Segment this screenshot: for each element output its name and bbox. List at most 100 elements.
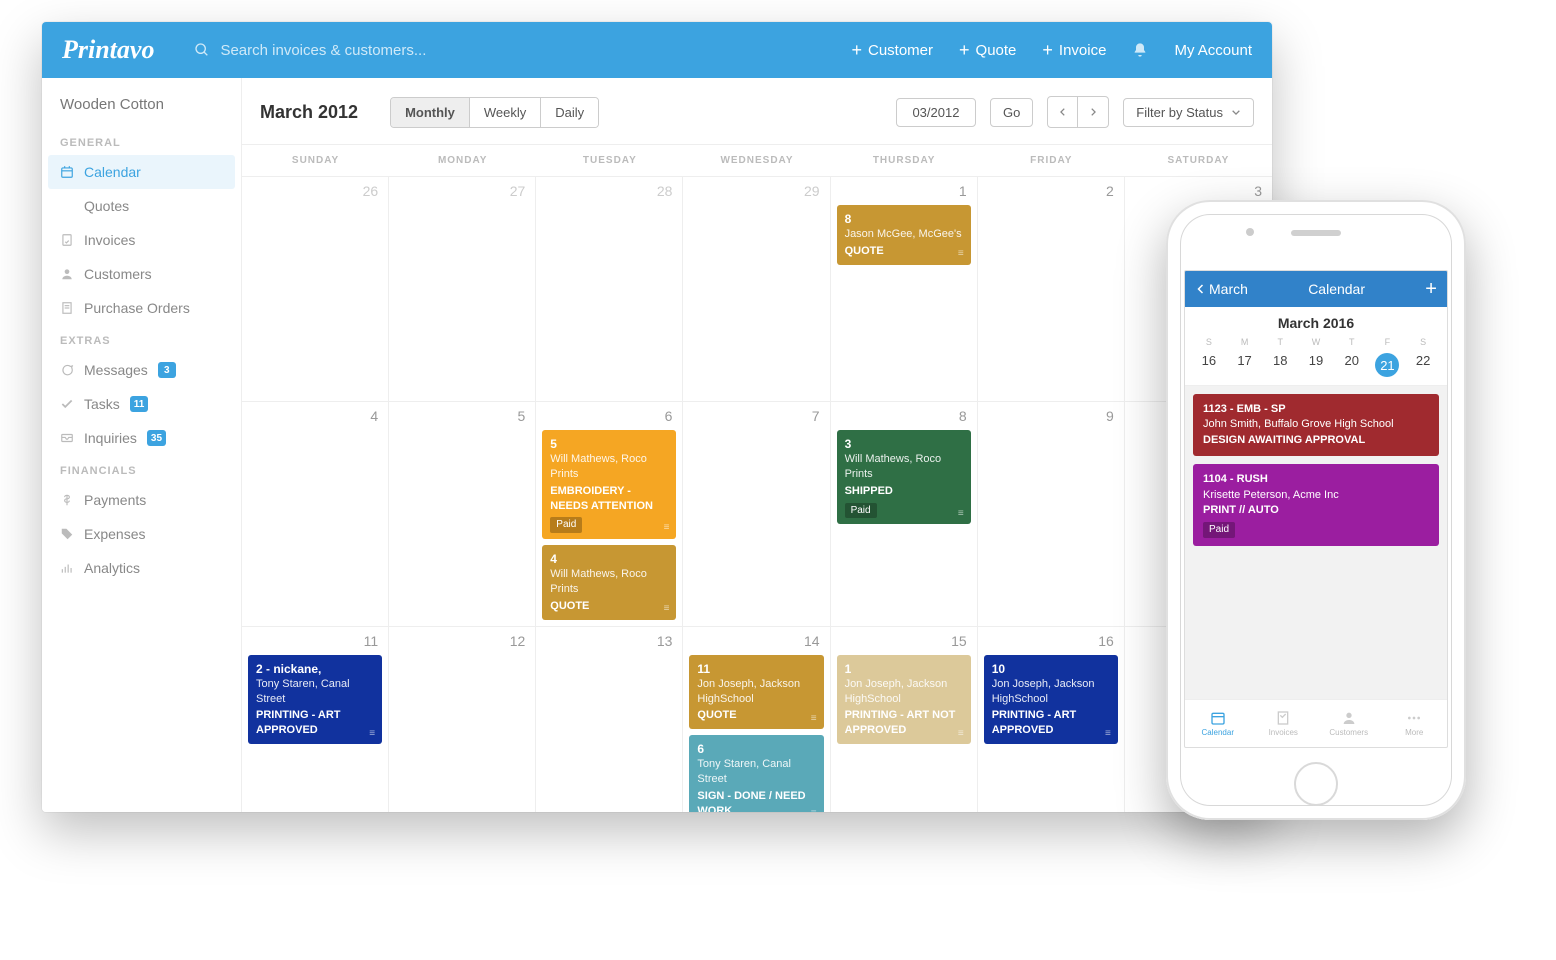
day-number: 5	[517, 408, 525, 424]
mobile-day[interactable]: 17	[1227, 353, 1263, 377]
mobile-event-card[interactable]: 1104 - RUSHKrisette Peterson, Acme IncPR…	[1193, 464, 1439, 546]
event-card[interactable]: 4Will Mathews, Roco PrintsQUOTE≡	[542, 545, 676, 620]
filter-dropdown[interactable]: Filter by Status	[1123, 98, 1254, 127]
add-invoice-button[interactable]: +Invoice	[1042, 40, 1106, 61]
mobile-back-button[interactable]: March	[1195, 281, 1248, 297]
event-card[interactable]: 3Will Mathews, Roco PrintsSHIPPEDPaid≡	[837, 430, 971, 524]
view-monthly[interactable]: Monthly	[391, 98, 470, 127]
plus-icon: +	[851, 40, 862, 61]
calendar-title: March 2012	[260, 102, 358, 123]
calendar-cell[interactable]: 16 10Jon Joseph, Jackson HighSchoolPRINTI…	[978, 627, 1125, 812]
event-status: SIGN - DONE / NEED WORK	[697, 789, 815, 812]
sidebar-item-messages[interactable]: Messages 3	[42, 353, 241, 387]
event-status: QUOTE	[697, 708, 815, 723]
mobile-tab-more[interactable]: More	[1382, 700, 1448, 747]
page-icon	[60, 301, 74, 315]
sidebar-item-invoices[interactable]: Invoices	[42, 223, 241, 257]
sidebar-item-payments[interactable]: Payments	[42, 483, 241, 517]
date-input[interactable]: 03/2012	[896, 98, 976, 127]
calendar-cell[interactable]: 18Jason McGee, McGee'sQUOTE≡	[831, 177, 978, 401]
event-card[interactable]: 5Will Mathews, Roco PrintsEMBROIDERY - N…	[542, 430, 676, 539]
sidebar-item-calendar[interactable]: Calendar	[48, 155, 235, 189]
sidebar-item-customers[interactable]: Customers	[42, 257, 241, 291]
mobile-day[interactable]: 21	[1370, 353, 1406, 377]
calendar-cell[interactable]: 83Will Mathews, Roco PrintsSHIPPEDPaid≡	[831, 402, 978, 626]
mobile-day[interactable]: 22	[1405, 353, 1441, 377]
phone-mockup: March Calendar + March 2016 SMTWTFS 1617…	[1166, 200, 1466, 820]
calendar-cell[interactable]: 26	[242, 177, 389, 401]
mobile-dow: T	[1334, 337, 1370, 347]
event-status: PRINTING - ART NOT APPROVED	[845, 708, 963, 738]
tag-icon	[60, 527, 74, 541]
app-logo: Printavo	[62, 35, 154, 65]
inbox-icon	[60, 431, 74, 445]
day-number: 16	[1098, 633, 1114, 649]
view-daily[interactable]: Daily	[541, 98, 598, 127]
calendar-cell[interactable]: 65Will Mathews, Roco PrintsEMBROIDERY - …	[536, 402, 683, 626]
add-quote-button[interactable]: +Quote	[959, 40, 1016, 61]
mobile-day[interactable]: 20	[1334, 353, 1370, 377]
calendar-cell[interactable]: 13	[536, 627, 683, 812]
sidebar-group-extras: EXTRAS	[42, 325, 241, 353]
mobile-day[interactable]: 18	[1262, 353, 1298, 377]
phone-home-button[interactable]	[1294, 762, 1338, 806]
day-number: 3	[1254, 183, 1262, 199]
mobile-tab-calendar[interactable]: Calendar	[1185, 700, 1251, 747]
sidebar-item-analytics[interactable]: Analytics	[42, 551, 241, 585]
mobile-dow: F	[1370, 337, 1406, 347]
messages-badge: 3	[158, 362, 176, 378]
calendar-cell[interactable]: 7	[683, 402, 830, 626]
calendar-cell[interactable]: 28	[536, 177, 683, 401]
calendar-cell[interactable]: 9	[978, 402, 1125, 626]
paid-badge: Paid	[845, 503, 877, 519]
go-button[interactable]: Go	[990, 98, 1033, 127]
calendar-cell[interactable]: 29	[683, 177, 830, 401]
mobile-add-button[interactable]: +	[1425, 278, 1437, 301]
calendar-icon	[60, 165, 74, 179]
event-card[interactable]: 11Jon Joseph, Jackson HighSchoolQUOTE≡	[689, 655, 823, 730]
sidebar-item-inquiries[interactable]: Inquiries 35	[42, 421, 241, 455]
calendar-cell[interactable]: 12	[389, 627, 536, 812]
phone-camera	[1246, 228, 1254, 236]
my-account-link[interactable]: My Account	[1174, 42, 1252, 59]
calendar-cell[interactable]: 27	[389, 177, 536, 401]
mobile-day[interactable]: 19	[1298, 353, 1334, 377]
calendar-cell[interactable]: 1411Jon Joseph, Jackson HighSchoolQUOTE≡…	[683, 627, 830, 812]
chevron-down-icon	[1231, 107, 1241, 117]
add-customer-button[interactable]: +Customer	[851, 40, 933, 61]
event-status: PRINTING - ART APPROVED	[256, 708, 374, 738]
day-number: 29	[804, 183, 820, 199]
event-card[interactable]: 2 - nickane,Tony Staren, Canal StreetPRI…	[248, 655, 382, 745]
event-card[interactable]: 8Jason McGee, McGee'sQUOTE≡	[837, 205, 971, 265]
calendar-cell[interactable]: 112 - nickane,Tony Staren, Canal StreetP…	[242, 627, 389, 812]
mobile-day[interactable]: 16	[1191, 353, 1227, 377]
mobile-tab-invoices[interactable]: Invoices	[1251, 700, 1317, 747]
sidebar-item-expenses[interactable]: Expenses	[42, 517, 241, 551]
calendar-cell[interactable]: 151Jon Joseph, Jackson HighSchoolPRINTIN…	[831, 627, 978, 812]
phone-speaker	[1291, 230, 1341, 236]
mobile-title: Calendar	[1308, 281, 1365, 297]
sidebar-item-quotes[interactable]: Quotes	[42, 189, 241, 223]
mobile-tabbar: Calendar Invoices Customers More	[1185, 699, 1447, 747]
day-headers: SUNDAYMONDAYTUESDAYWEDNESDAYTHURSDAYFRID…	[242, 145, 1272, 177]
view-weekly[interactable]: Weekly	[470, 98, 541, 127]
calendar-cell[interactable]: 5	[389, 402, 536, 626]
sidebar-item-tasks[interactable]: Tasks 11	[42, 387, 241, 421]
mobile-tab-customers[interactable]: Customers	[1316, 700, 1382, 747]
notifications-button[interactable]	[1132, 42, 1148, 58]
event-card[interactable]: 1Jon Joseph, Jackson HighSchoolPRINTING …	[837, 655, 971, 745]
event-card[interactable]: 10Jon Joseph, Jackson HighSchoolPRINTING…	[984, 655, 1118, 745]
next-button[interactable]	[1078, 97, 1108, 127]
event-card[interactable]: 6Tony Staren, Canal StreetSIGN - DONE / …	[689, 735, 823, 812]
lines-icon: ≡	[664, 602, 671, 616]
lines-icon: ≡	[1105, 727, 1112, 741]
sidebar-item-purchase-orders[interactable]: Purchase Orders	[42, 291, 241, 325]
calendar-cell[interactable]: 4	[242, 402, 389, 626]
calendar-cell[interactable]: 2	[978, 177, 1125, 401]
prev-button[interactable]	[1048, 97, 1078, 127]
mobile-event-list[interactable]: 1123 - EMB - SPJohn Smith, Buffalo Grove…	[1185, 386, 1447, 699]
mobile-event-card[interactable]: 1123 - EMB - SPJohn Smith, Buffalo Grove…	[1193, 394, 1439, 456]
search-field[interactable]: Search invoices & customers...	[194, 42, 851, 59]
dollar-icon	[60, 493, 74, 507]
event-number: 1	[845, 661, 963, 677]
